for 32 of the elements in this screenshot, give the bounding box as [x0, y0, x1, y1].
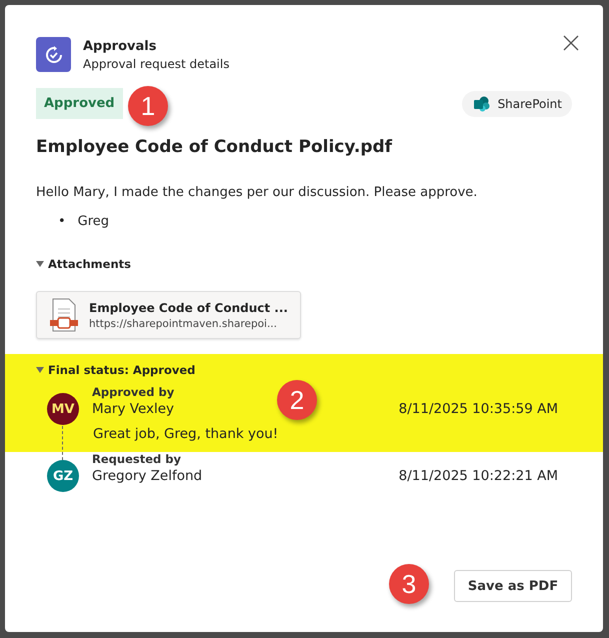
app-name: Approvals [83, 38, 158, 54]
attachment-url: https://sharepointmaven.sharepoi... [89, 318, 278, 330]
caret-icon[interactable] [36, 261, 44, 267]
source-chip[interactable]: SharePoint [462, 90, 572, 116]
pdf-file-icon [49, 298, 79, 332]
callout-marker: 1 [128, 86, 168, 126]
callout-marker: 2 [277, 380, 317, 420]
section-heading: Attachments [48, 257, 131, 271]
person-name: Mary Vexley [92, 401, 174, 417]
save-as-pdf-button[interactable]: Save as PDF [454, 570, 572, 602]
approval-comment: Great job, Greg, thank you! [93, 426, 280, 442]
status-badge: Approved [36, 88, 123, 119]
request-message: Hello Mary, I made the changes per our discussion. Please approve. [36, 185, 478, 200]
avatar: GZ [47, 460, 79, 492]
entry-role: Requested by [92, 452, 182, 466]
close-icon[interactable] [563, 35, 579, 51]
section-heading: Final status: Approved [48, 363, 196, 377]
timestamp: 8/11/2025 10:35:59 AM [398, 401, 558, 417]
attachment-name: Employee Code of Conduct ... [89, 300, 288, 314]
timestamp: 8/11/2025 10:22:21 AM [398, 468, 558, 484]
attachment-card[interactable]: Employee Code of Conduct ... https://sharepointmaven.sharepoi... [36, 291, 301, 339]
bullet-marker: • [58, 214, 66, 229]
callout-marker: 3 [389, 564, 429, 604]
document-title: Employee Code of Conduct Policy.pdf [36, 137, 394, 157]
entry-role: Approved by [92, 385, 174, 399]
sharepoint-icon [474, 96, 490, 112]
caret-icon[interactable] [36, 367, 44, 373]
dialog-subtitle: Approval request details [83, 56, 230, 70]
avatar: MV [47, 393, 79, 425]
bullet-item: Greg [78, 214, 110, 229]
person-name: Gregory Zelfond [92, 468, 202, 484]
approvals-app-icon [36, 37, 71, 72]
